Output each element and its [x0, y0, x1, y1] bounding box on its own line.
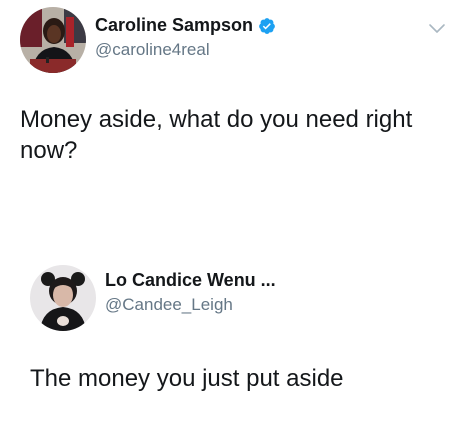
tweet-text: Money aside, what do you need right now?	[20, 106, 413, 164]
handle[interactable]: @caroline4real	[95, 40, 210, 60]
handle[interactable]: @Candee_Leigh	[105, 295, 233, 315]
verified-badge-icon	[258, 17, 276, 35]
chevron-down-icon[interactable]	[428, 22, 446, 36]
display-name[interactable]: Lo Candice Wenu ...	[105, 270, 276, 291]
tweet-card-caroline[interactable]: Caroline Sampson @caroline4real Money as…	[0, 0, 460, 230]
author-name-row: Caroline Sampson	[95, 15, 276, 36]
author-name-row: Lo Candice Wenu ...	[105, 270, 276, 291]
avatar-caroline[interactable]	[20, 7, 86, 73]
avatar-caroline-image	[20, 7, 86, 73]
tweet-card-candice[interactable]: Lo Candice Wenu ... @Candee_Leigh The mo…	[0, 255, 460, 424]
display-name[interactable]: Caroline Sampson	[95, 15, 253, 36]
avatar-candice-image	[30, 265, 96, 331]
avatar-candice[interactable]	[30, 265, 96, 331]
tweet-text: The money you just put aside	[30, 365, 344, 392]
